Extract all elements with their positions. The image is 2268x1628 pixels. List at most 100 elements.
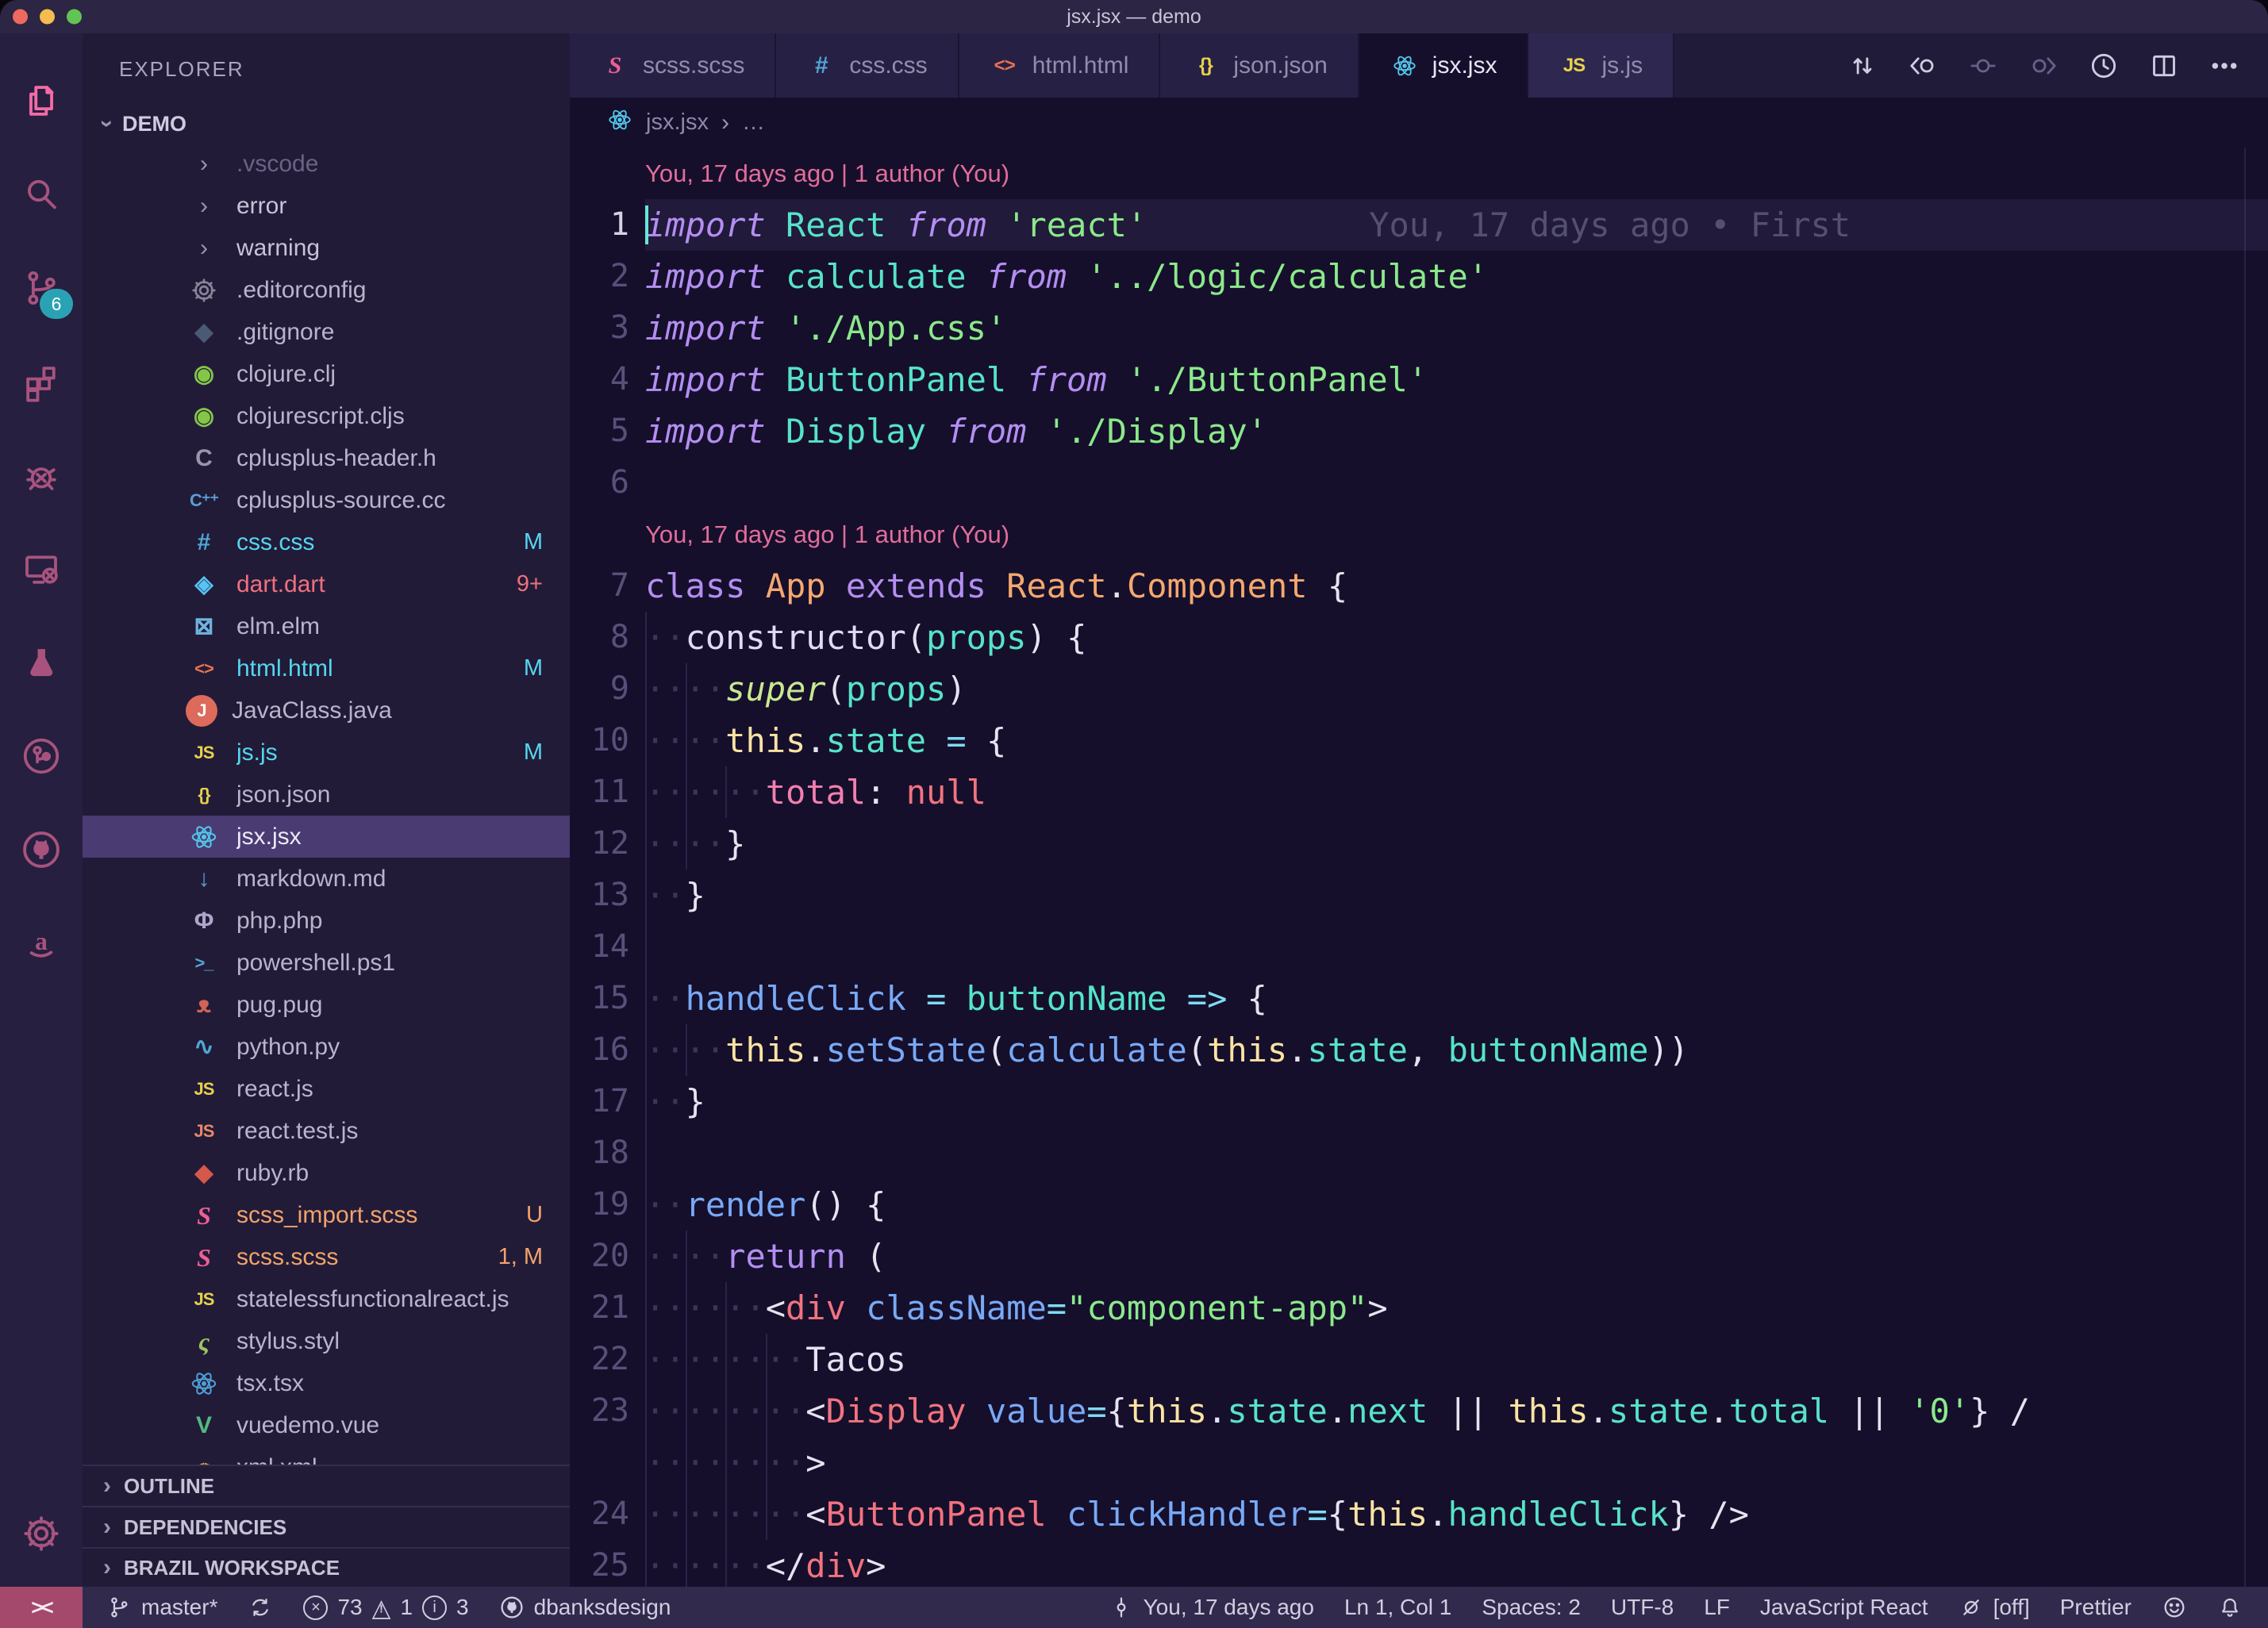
status-eol[interactable]: LF [1704, 1595, 1730, 1620]
status-sync[interactable] [248, 1595, 273, 1620]
file-row-ruby.rb[interactable]: ◆ruby.rb [83, 1152, 570, 1194]
file-row-vuedemo.vue[interactable]: Vvuedemo.vue [83, 1404, 570, 1446]
file-row-react.js[interactable]: JSreact.js [83, 1068, 570, 1110]
file-row-python.py[interactable]: ∿python.py [83, 1026, 570, 1068]
code-line-23[interactable]: 23········<Display value={this.state.nex… [570, 1385, 2268, 1437]
code-line-22[interactable]: 22········Tacos [570, 1334, 2268, 1385]
amazon-icon[interactable]: a [0, 897, 83, 990]
file-row-elm.elm[interactable]: ⊠elm.elm [83, 605, 570, 647]
file-row-markdown.md[interactable]: ↓markdown.md [83, 858, 570, 900]
next-change-icon[interactable] [2025, 48, 2062, 84]
extensions-icon[interactable] [0, 335, 83, 428]
code-line-12[interactable]: 12····} [570, 818, 2268, 870]
status-github-account[interactable]: dbanksdesign [499, 1595, 671, 1620]
file-row-warning[interactable]: ›warning [83, 227, 570, 269]
code-line-7[interactable]: 7class App extends React.Component { [570, 560, 2268, 612]
minimize-button[interactable] [40, 10, 55, 25]
code-line-14[interactable]: 14 [570, 921, 2268, 973]
tab-html.html[interactable]: <>html.html [959, 33, 1161, 98]
section-dependencies[interactable]: ›DEPENDENCIES [83, 1506, 570, 1547]
file-row-cplusplus-header.h[interactable]: Ccplusplus-header.h [83, 437, 570, 479]
more-actions-icon[interactable] [2206, 48, 2243, 84]
file-row-JavaClass.java[interactable]: JJavaClass.java [83, 689, 570, 731]
current-change-icon[interactable] [1965, 48, 2001, 84]
remote-indicator[interactable]: >< [0, 1587, 83, 1628]
split-editor-icon[interactable] [2146, 48, 2182, 84]
code-line-10[interactable]: 10····this.state = { [570, 715, 2268, 766]
code-line-6[interactable]: 6 [570, 457, 2268, 509]
file-row-html.html[interactable]: <>html.htmlM [83, 647, 570, 689]
file-row-js.js[interactable]: JSjs.jsM [83, 731, 570, 774]
tab-css.css[interactable]: #css.css [776, 33, 959, 98]
file-row-stylus.styl[interactable]: ςstylus.styl [83, 1320, 570, 1362]
file-row-dart.dart[interactable]: ◈dart.dart9+ [83, 563, 570, 605]
status-prettier[interactable]: Prettier [2060, 1595, 2132, 1620]
github-icon[interactable] [0, 803, 83, 897]
file-row-tsx.tsx[interactable]: tsx.tsx [83, 1362, 570, 1404]
file-row-clojurescript.cljs[interactable]: ◉clojurescript.cljs [83, 395, 570, 437]
status-cursor-position[interactable]: Ln 1, Col 1 [1344, 1595, 1451, 1620]
file-row-cplusplus-source.cc[interactable]: C⁺⁺cplusplus-source.cc [83, 479, 570, 521]
status-encoding[interactable]: UTF-8 [1611, 1595, 1674, 1620]
previous-change-icon[interactable] [1905, 48, 1941, 84]
code-line-8[interactable]: 8··constructor(props) { [570, 612, 2268, 663]
code-line-19[interactable]: 19··render() { [570, 1179, 2268, 1231]
file-row-.gitignore[interactable]: ◆.gitignore [83, 311, 570, 353]
settings-icon[interactable] [0, 1487, 83, 1580]
status-feedback[interactable] [2162, 1595, 2187, 1620]
code-line-21[interactable]: 21······<div className="component-app"> [570, 1282, 2268, 1334]
file-row-react.test.js[interactable]: JSreact.test.js [83, 1110, 570, 1152]
close-button[interactable] [13, 10, 28, 25]
search-icon[interactable] [0, 148, 83, 241]
code-line-13[interactable]: 13··} [570, 870, 2268, 921]
remote-explorer-icon[interactable] [0, 522, 83, 616]
status-language-mode[interactable]: JavaScript React [1760, 1595, 1928, 1620]
code-line-9[interactable]: 9····super(props) [570, 663, 2268, 715]
status-notifications[interactable] [2217, 1595, 2243, 1620]
file-row-statelessfunctionalreact.js[interactable]: JSstatelessfunctionalreact.js [83, 1278, 570, 1320]
folder-section-header[interactable]: › DEMO [83, 105, 570, 143]
file-row-scss.scss[interactable]: Sscss.scss1, M [83, 1236, 570, 1278]
beaker-icon[interactable] [0, 616, 83, 709]
file-row-error[interactable]: ›error [83, 185, 570, 227]
breadcrumb-more[interactable]: … [742, 109, 765, 136]
code-line-1[interactable]: 1import React from 'react'You, 17 days a… [570, 199, 2268, 251]
file-row-xml.xml[interactable]: <>xml.xml [83, 1446, 570, 1465]
code-line-24[interactable]: 24········<ButtonPanel clickHandler={thi… [570, 1488, 2268, 1540]
code-line-17[interactable]: 17··} [570, 1076, 2268, 1127]
code-line-18[interactable]: 18 [570, 1127, 2268, 1179]
file-history-icon[interactable] [2085, 48, 2122, 84]
explorer-icon[interactable] [0, 54, 83, 148]
status-indentation[interactable]: Spaces: 2 [1482, 1595, 1581, 1620]
file-row-powershell.ps1[interactable]: >_powershell.ps1 [83, 942, 570, 984]
status-problems[interactable]: ×73△!1i3 [303, 1595, 468, 1620]
code-editor[interactable]: You, 17 days ago | 1 author (You)1import… [570, 148, 2268, 1587]
code-line-3[interactable]: 3import './App.css' [570, 302, 2268, 354]
breadcrumb[interactable]: jsx.jsx › … [570, 98, 2268, 148]
code-line-5[interactable]: 5import Display from './Display' [570, 405, 2268, 457]
file-row-jsx.jsx[interactable]: jsx.jsx [83, 816, 570, 858]
code-line-wrap[interactable]: ········> [570, 1437, 2268, 1488]
file-row-.vscode[interactable]: ›.vscode [83, 143, 570, 185]
file-row-clojure.clj[interactable]: ◉clojure.clj [83, 353, 570, 395]
status-branch[interactable]: master* [106, 1595, 217, 1620]
test-explorer-icon[interactable] [0, 428, 83, 522]
code-line-25[interactable]: 25······</div> [570, 1540, 2268, 1587]
codelens-text[interactable]: You, 17 days ago | 1 author (You) [645, 148, 2268, 199]
tab-scss.scss[interactable]: Sscss.scss [570, 33, 776, 98]
file-row-pug.pug[interactable]: ᴥpug.pug [83, 984, 570, 1026]
code-line-20[interactable]: 20····return ( [570, 1231, 2268, 1282]
zoom-button[interactable] [67, 10, 82, 25]
file-row-css.css[interactable]: #css.cssM [83, 521, 570, 563]
tab-json.json[interactable]: {}json.json [1160, 33, 1359, 98]
status-gitlens-toggle[interactable]: [off] [1959, 1595, 2030, 1620]
code-line-11[interactable]: 11······total: null [570, 766, 2268, 818]
file-row-scss_import.scss[interactable]: Sscss_import.scssU [83, 1194, 570, 1236]
file-row-json.json[interactable]: {}json.json [83, 774, 570, 816]
code-line-16[interactable]: 16····this.setState(calculate(this.state… [570, 1024, 2268, 1076]
section-outline[interactable]: ›OUTLINE [83, 1465, 570, 1506]
code-line-15[interactable]: 15··handleClick = buttonName => { [570, 973, 2268, 1024]
open-changes-icon[interactable] [1844, 48, 1881, 84]
status-blame[interactable]: You, 17 days ago [1109, 1595, 1314, 1620]
gitlens-icon[interactable] [0, 709, 83, 803]
